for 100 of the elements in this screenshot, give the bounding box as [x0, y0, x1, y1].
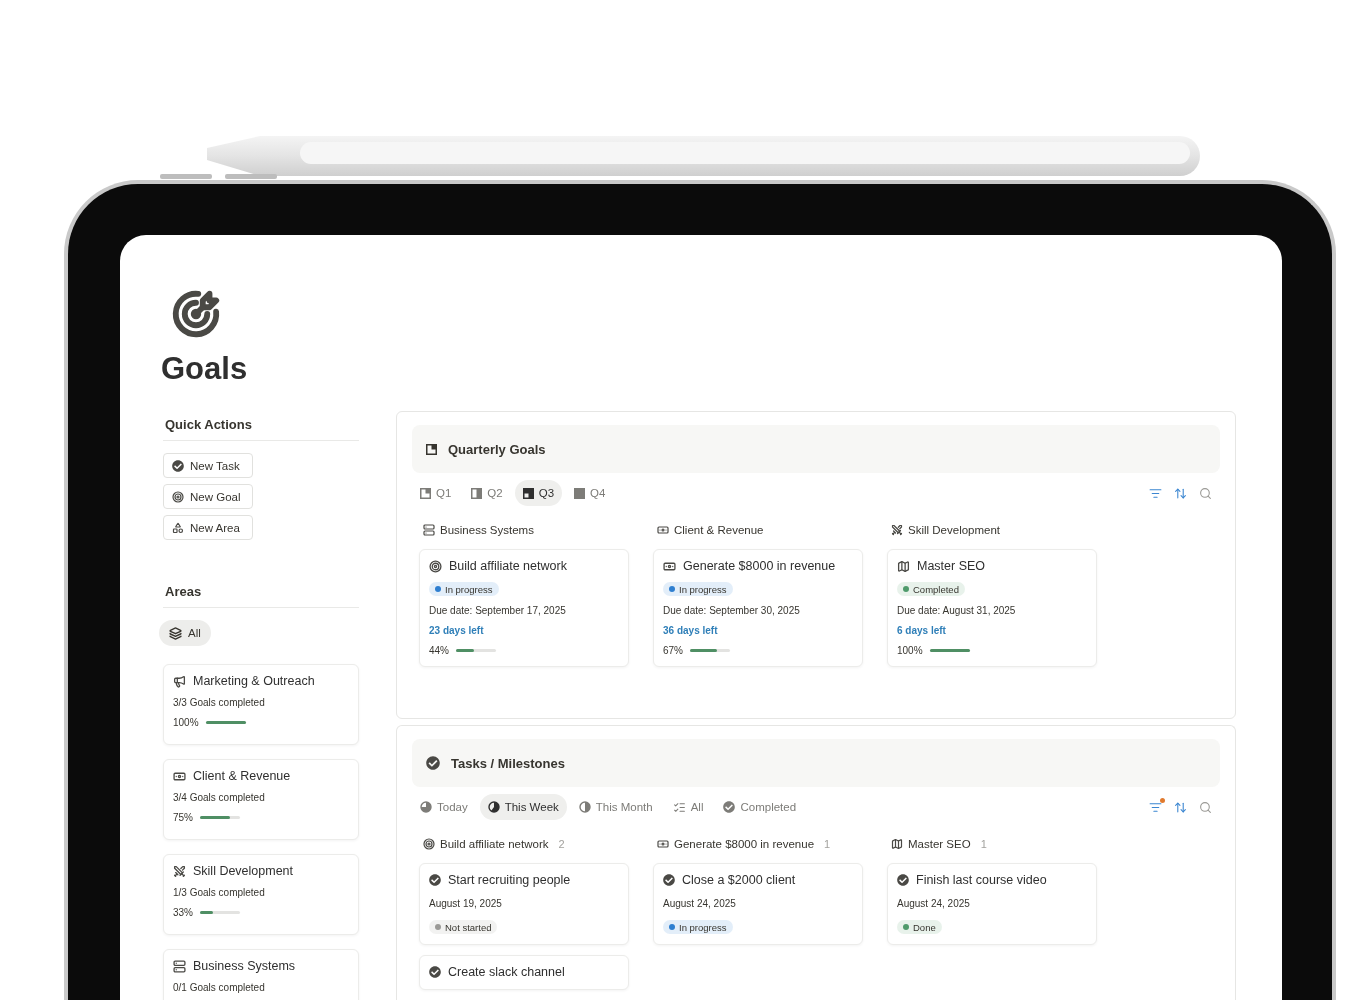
percent-label: 75% [173, 812, 193, 823]
goal-card[interactable]: Build affiliate network In progress Due date: September 17, 2025 23 days left 44% [419, 549, 629, 667]
percent-label: 100% [173, 717, 199, 728]
goal-card[interactable]: Generate $8000 in revenue In progress Due date: September 30, 2025 36 days left 67% [653, 549, 863, 667]
quarter-tab[interactable]: Q4 [566, 480, 614, 506]
server-icon [423, 524, 435, 536]
status-tag: Done [897, 920, 942, 934]
quarter-icon [574, 487, 586, 499]
banknote-icon [657, 524, 669, 536]
server-icon [173, 959, 186, 973]
item-count: 1 [980, 838, 987, 850]
column-title: Build affiliate network [440, 838, 549, 850]
column-title: Client & Revenue [674, 524, 764, 536]
task-title: Start recruiting people [448, 873, 571, 887]
days-left: 6 days left [897, 625, 947, 636]
item-count: 2 [558, 838, 565, 850]
checklist-icon [672, 800, 686, 814]
task-card[interactable]: Create slack channel [419, 955, 629, 990]
quick-action-button[interactable]: New Task [163, 453, 253, 478]
quick-action-button[interactable]: New Goal [163, 484, 253, 509]
section-title: Areas [163, 584, 359, 608]
percent-label: 33% [173, 907, 193, 918]
status-tag: In progress [663, 920, 733, 934]
quarter-icon [522, 487, 534, 499]
percent-label: 100% [897, 645, 923, 656]
target-icon [172, 490, 184, 503]
sort-button[interactable] [1174, 800, 1187, 814]
progress-bar [456, 649, 496, 652]
swords-icon [173, 864, 186, 878]
page-title: Goals [161, 351, 249, 387]
quarter-tab[interactable]: Q2 [463, 480, 511, 506]
area-card[interactable]: Client & Revenue 3/4 Goals completed 75% [163, 759, 359, 840]
task-card[interactable]: Finish last course video August 24, 2025 Done [887, 863, 1097, 945]
quarter-tab[interactable]: Q1 [412, 480, 460, 506]
time-filter-tab[interactable]: This Month [570, 794, 661, 820]
section-title: Quick Actions [163, 417, 359, 441]
task-date: August 24, 2025 [663, 898, 737, 909]
days-left: 23 days left [429, 625, 485, 636]
megaphone-icon [173, 674, 186, 688]
column-title: Business Systems [440, 524, 534, 536]
percent-label: 44% [429, 645, 449, 656]
due-date: Due date: September 17, 2025 [429, 605, 567, 616]
goal-card[interactable]: Master SEO Completed Due date: August 31, 2025 6 days left 100% [887, 549, 1097, 667]
search-button[interactable] [1199, 800, 1212, 814]
area-card[interactable]: Business Systems 0/1 Goals completed [163, 949, 359, 1000]
pie-icon [578, 801, 591, 813]
time-filter-tab[interactable]: Today [412, 794, 476, 820]
filter-chip[interactable]: All [159, 620, 211, 646]
banknote-icon [657, 838, 669, 850]
percent-label: 67% [663, 645, 683, 656]
panel-title: Quarterly Goals [448, 441, 546, 457]
item-count: 1 [824, 838, 831, 850]
status-tag: Completed [897, 582, 965, 596]
goal-title: Master SEO [917, 559, 986, 573]
area-card[interactable]: Marketing & Outreach 3/3 Goals completed 100% [163, 664, 359, 745]
status-tag: Not started [429, 920, 498, 934]
shapes-icon [172, 521, 184, 534]
map-icon [891, 838, 903, 850]
progress-bar [929, 649, 970, 652]
panel-title: Tasks / Milestones [451, 755, 565, 771]
target-icon [423, 838, 435, 850]
quarter-tab[interactable]: Q3 [514, 480, 563, 506]
swords-icon [891, 524, 903, 536]
layers-icon [169, 626, 182, 640]
area-card[interactable]: Skill Development 1/3 Goals completed 33% [163, 854, 359, 935]
task-title: Close a $2000 client [682, 873, 796, 887]
quarter-icon [420, 487, 431, 499]
due-date: Due date: August 31, 2025 [897, 605, 1017, 616]
column-title: Master SEO [908, 838, 971, 850]
goals-summary: 3/4 Goals completed [173, 792, 266, 803]
area-name: Skill Development [193, 864, 294, 878]
goals-summary: 3/3 Goals completed [173, 697, 266, 708]
goal-title: Build affiliate network [449, 559, 567, 573]
time-filter-tab[interactable]: This Week [479, 794, 567, 820]
time-filter-tab[interactable]: All [664, 794, 712, 820]
pie-icon [420, 801, 432, 813]
task-title: Create slack channel [448, 965, 565, 979]
filter-button[interactable] [1149, 486, 1162, 500]
quick-action-button[interactable]: New Area [163, 515, 253, 540]
goals-summary: 0/1 Goals completed [173, 982, 266, 993]
task-card[interactable]: Start recruiting people August 19, 2025 Not started [419, 863, 629, 945]
filter-button[interactable] [1149, 800, 1162, 814]
search-button[interactable] [1199, 486, 1212, 500]
sort-button[interactable] [1174, 486, 1187, 500]
task-date: August 19, 2025 [429, 898, 503, 909]
column-title: Skill Development [908, 524, 1001, 536]
progress-bar [200, 911, 240, 914]
pie-icon [487, 801, 500, 813]
due-date: Due date: September 30, 2025 [663, 605, 801, 616]
time-filter-tab[interactable]: Completed [715, 794, 805, 820]
quarter-icon [426, 443, 437, 455]
area-name: Marketing & Outreach [193, 674, 315, 688]
progress-bar [205, 721, 246, 724]
target-icon [429, 559, 442, 573]
quarter-icon [471, 487, 483, 499]
progress-bar [690, 649, 730, 652]
progress-bar [200, 816, 240, 819]
area-name: Business Systems [193, 959, 296, 973]
task-title: Finish last course video [916, 873, 1047, 887]
task-card[interactable]: Close a $2000 client August 24, 2025 In progress [653, 863, 863, 945]
